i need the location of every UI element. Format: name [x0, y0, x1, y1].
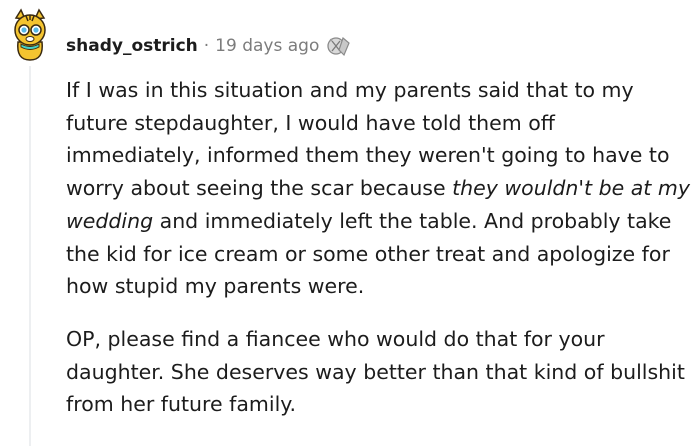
username[interactable]: shady_ostrich: [66, 36, 198, 56]
comment-body: If I was in this situation and my parent…: [66, 74, 691, 421]
comment-paragraph-1: If I was in this situation and my parent…: [66, 74, 691, 303]
timestamp[interactable]: 19 days ago: [215, 36, 319, 56]
avatar-icon: [14, 8, 46, 61]
paragraph-1-text-end: and immediately left the table. And prob…: [66, 208, 672, 299]
comment-header: shady_ostrich · 19 days ago: [66, 32, 351, 60]
separator: ·: [203, 36, 210, 56]
thread-line[interactable]: [29, 66, 31, 446]
silver-award-icon[interactable]: [325, 35, 351, 57]
comment-paragraph-2: OP, please find a fiancee who would do t…: [66, 326, 685, 417]
avatar[interactable]: [8, 8, 52, 62]
